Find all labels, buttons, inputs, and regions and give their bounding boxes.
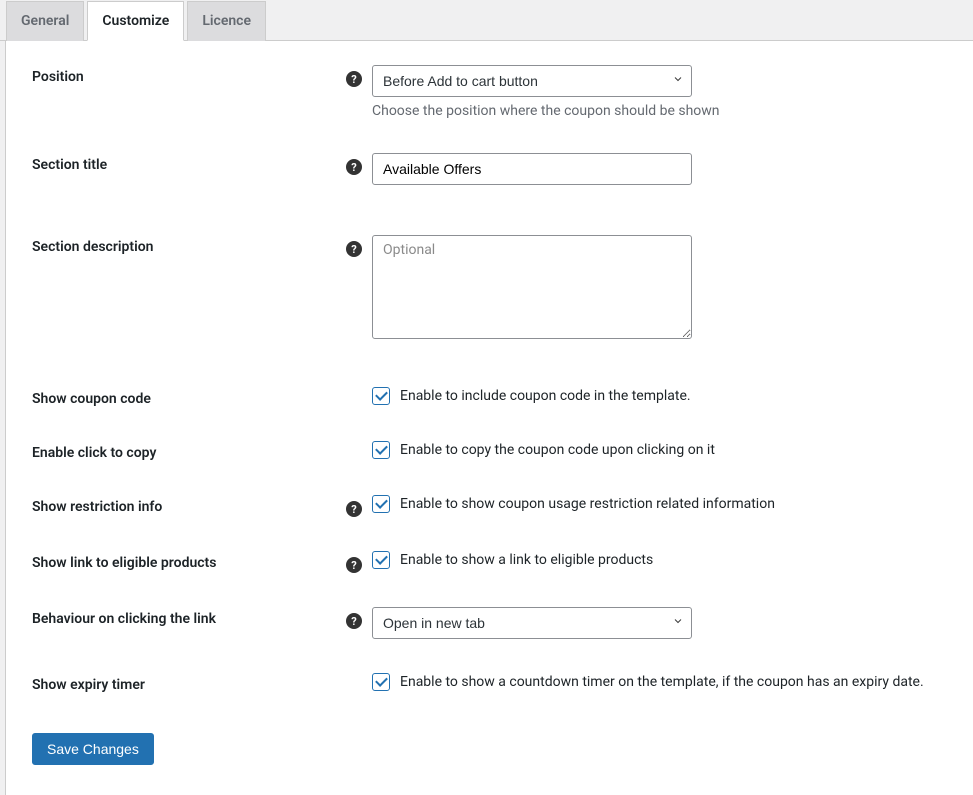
row-expiry-timer: Show expiry timer Enable to show a count… [32, 673, 947, 693]
expiry-timer-desc: Enable to show a countdown timer on the … [400, 674, 924, 690]
section-title-input[interactable] [372, 153, 692, 185]
label-section-title: Section title [32, 153, 332, 173]
row-section-description: Section description ? [32, 235, 947, 339]
behaviour-select-wrap: Open in new tab [372, 607, 692, 639]
help-icon[interactable]: ? [346, 241, 362, 257]
link-eligible-checkbox[interactable] [372, 551, 390, 569]
click-to-copy-desc: Enable to copy the coupon code upon clic… [400, 442, 715, 458]
row-position: Position ? Before Add to cart button Cho… [32, 65, 947, 119]
help-icon[interactable]: ? [346, 159, 362, 175]
position-select[interactable]: Before Add to cart button [372, 65, 692, 97]
label-show-coupon-code: Show coupon code [32, 387, 332, 407]
click-to-copy-checkbox[interactable] [372, 441, 390, 459]
tab-licence[interactable]: Licence [187, 1, 266, 41]
position-description: Choose the position where the coupon sho… [372, 103, 947, 119]
behaviour-select[interactable]: Open in new tab [372, 607, 692, 639]
row-show-coupon-code: Show coupon code Enable to include coupo… [32, 387, 947, 407]
label-behaviour-link: Behaviour on clicking the link [32, 607, 332, 627]
customize-panel: Position ? Before Add to cart button Cho… [5, 41, 973, 795]
label-link-eligible: Show link to eligible products [32, 551, 332, 571]
tab-general[interactable]: General [6, 1, 84, 41]
restriction-info-desc: Enable to show coupon usage restriction … [400, 496, 775, 512]
label-position: Position [32, 65, 332, 85]
label-click-to-copy: Enable click to copy [32, 441, 332, 461]
label-section-description: Section description [32, 235, 332, 255]
link-eligible-desc: Enable to show a link to eligible produc… [400, 552, 653, 568]
row-behaviour-link: Behaviour on clicking the link ? Open in… [32, 607, 947, 639]
label-restriction-info: Show restriction info [32, 495, 332, 515]
tab-customize[interactable]: Customize [87, 1, 184, 41]
section-description-textarea[interactable] [372, 235, 692, 339]
expiry-timer-checkbox[interactable] [372, 673, 390, 691]
help-icon[interactable]: ? [346, 613, 362, 629]
row-click-to-copy: Enable click to copy Enable to copy the … [32, 441, 947, 461]
tabs-nav: General Customize Licence [0, 0, 973, 41]
help-icon[interactable]: ? [346, 557, 362, 573]
position-select-wrap: Before Add to cart button [372, 65, 692, 97]
label-expiry-timer: Show expiry timer [32, 673, 332, 693]
help-icon[interactable]: ? [346, 71, 362, 87]
row-link-eligible: Show link to eligible products ? Enable … [32, 551, 947, 573]
restriction-info-checkbox[interactable] [372, 495, 390, 513]
show-coupon-code-desc: Enable to include coupon code in the tem… [400, 388, 691, 404]
help-icon[interactable]: ? [346, 501, 362, 517]
save-button[interactable]: Save Changes [32, 733, 154, 765]
row-restriction-info: Show restriction info ? Enable to show c… [32, 495, 947, 517]
show-coupon-code-checkbox[interactable] [372, 387, 390, 405]
row-section-title: Section title ? [32, 153, 947, 185]
